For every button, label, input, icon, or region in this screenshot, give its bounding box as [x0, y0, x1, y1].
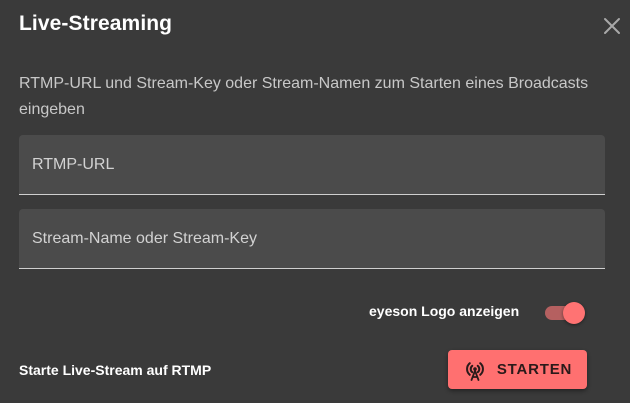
logo-toggle-label: eyeson Logo anzeigen [369, 303, 520, 319]
start-button[interactable]: STARTEN [448, 350, 587, 389]
start-live-stream-text: Starte Live-Stream auf RTMP [19, 362, 212, 378]
stream-key-field[interactable] [19, 209, 605, 269]
close-icon [604, 18, 620, 34]
start-button-label: STARTEN [496, 361, 573, 378]
toggle-thumb[interactable] [563, 302, 585, 324]
rtmp-url-field[interactable] [19, 135, 605, 195]
broadcast-tower-icon [465, 361, 484, 381]
rtmp-url-input[interactable] [19, 135, 605, 194]
stream-key-input[interactable] [19, 209, 605, 268]
logo-toggle[interactable] [544, 302, 588, 324]
dialog-description: RTMP-URL und Stream-Key oder Stream-Name… [19, 75, 589, 118]
live-streaming-dialog: Live-Streaming RTMP-URL und Stream-Key o… [0, 0, 630, 403]
dialog-title: Live-Streaming [19, 12, 173, 35]
close-button[interactable] [600, 14, 624, 38]
